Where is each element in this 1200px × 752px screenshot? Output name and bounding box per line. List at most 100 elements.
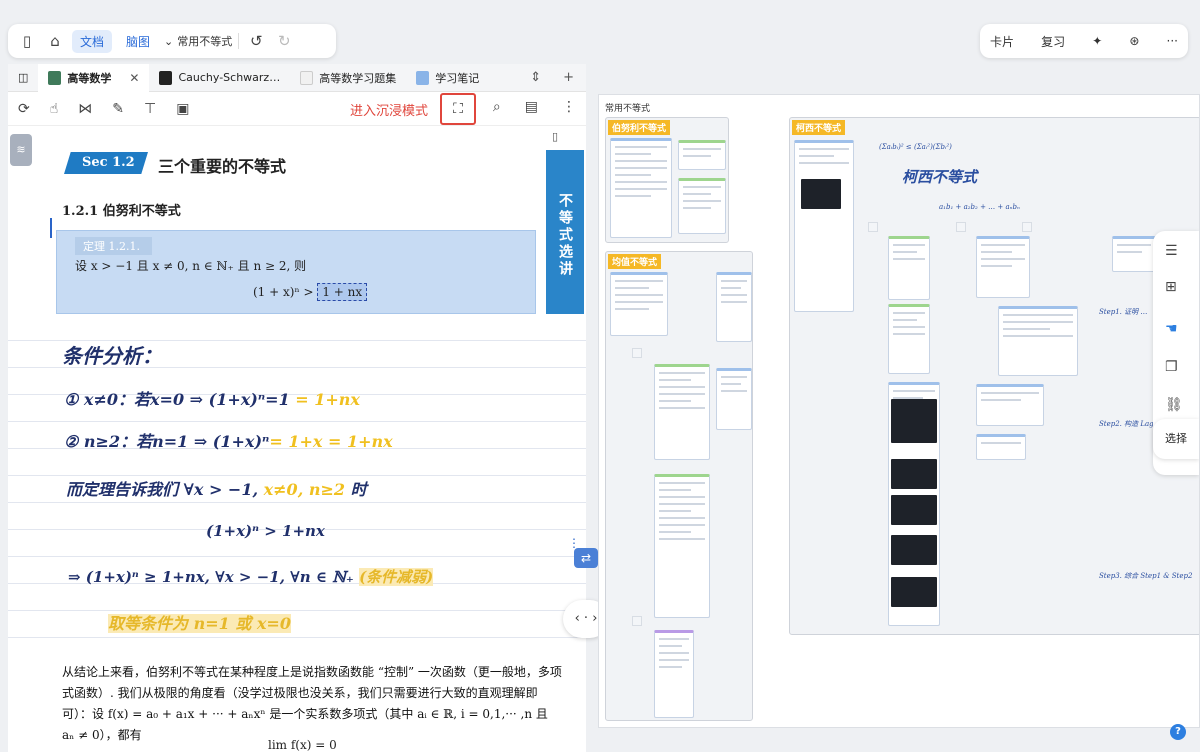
help-icon[interactable]: ? bbox=[1170, 724, 1186, 740]
mindmap-node[interactable] bbox=[1022, 222, 1032, 232]
note-card[interactable] bbox=[654, 474, 710, 618]
note-line: 而定理告诉我们 ∀x > −1, x≠0, n≥2 时 bbox=[66, 480, 367, 499]
hand-tool-icon[interactable]: ☚ bbox=[1165, 321, 1178, 337]
copy-icon[interactable]: ❐ bbox=[1165, 359, 1178, 375]
text-box-icon[interactable]: ⊤ bbox=[144, 101, 156, 117]
theorem-rhs: 1 + nx bbox=[317, 283, 368, 301]
note-card[interactable] bbox=[654, 630, 694, 718]
note-card[interactable] bbox=[888, 236, 930, 300]
video-thumbnail-icon bbox=[159, 70, 173, 85]
swap-panes-icon[interactable]: ⇄ bbox=[574, 548, 598, 568]
image-icon[interactable]: ▣ bbox=[176, 101, 189, 117]
group-mean-inequality[interactable]: 均值不等式 bbox=[605, 251, 753, 721]
pen-icon[interactable]: ✎ bbox=[112, 101, 124, 117]
note-card[interactable] bbox=[716, 272, 752, 342]
immersive-mode-link[interactable]: 进入沉浸模式 bbox=[350, 100, 428, 119]
split-view-icon[interactable]: ◫ bbox=[8, 64, 38, 92]
note-card[interactable] bbox=[976, 384, 1044, 426]
note-card[interactable] bbox=[610, 272, 668, 336]
selection-handle[interactable] bbox=[50, 218, 52, 238]
note-card[interactable] bbox=[716, 368, 752, 430]
review-button[interactable]: 复习 bbox=[1041, 33, 1065, 50]
layout-icon[interactable]: ⊞ bbox=[1165, 279, 1177, 295]
mindmap-node[interactable] bbox=[868, 222, 878, 232]
panel-toggle-icon[interactable]: ▯ bbox=[552, 130, 558, 143]
fullscreen-icon[interactable]: ⛶ bbox=[440, 93, 476, 125]
cards-button[interactable]: 卡片 bbox=[990, 33, 1014, 50]
tab-study-notes[interactable]: 学习笔记 bbox=[406, 64, 489, 92]
select-lasso-icon[interactable]: ⋈ bbox=[78, 101, 92, 117]
mindmap-node[interactable] bbox=[956, 222, 966, 232]
video-thumbnail[interactable] bbox=[801, 179, 841, 209]
note-card[interactable] bbox=[654, 364, 710, 460]
add-tab-icon[interactable]: + bbox=[563, 70, 574, 85]
note-card[interactable] bbox=[976, 236, 1030, 298]
document-icon bbox=[300, 70, 314, 85]
tab-gaodeng-shuxue[interactable]: 高等数学 ✕ bbox=[38, 63, 150, 92]
video-thumbnail[interactable] bbox=[891, 535, 937, 565]
select-button[interactable]: 选择 bbox=[1153, 419, 1199, 459]
mindmap-canvas[interactable]: 常用不等式 伯努利不等式 均值不等式 柯西不等式 柯西不等式 (Σaᵢbᵢ)² … bbox=[598, 94, 1200, 728]
tab-exercise-book[interactable]: 高等数学习题集 bbox=[290, 64, 406, 92]
note-card[interactable] bbox=[678, 178, 726, 234]
tab-cauchy-schwarz[interactable]: Cauchy-Schwarz… bbox=[149, 64, 290, 92]
bookmark-icon[interactable]: ▤ bbox=[525, 99, 538, 115]
note-card[interactable] bbox=[794, 140, 854, 312]
divider bbox=[238, 33, 240, 49]
video-thumbnail[interactable] bbox=[891, 399, 937, 443]
sync-icon[interactable]: ⟳ bbox=[18, 101, 30, 117]
note-line: (1+x)ⁿ > 1+nx bbox=[206, 522, 325, 540]
ai-sparkle-icon[interactable]: ✦ bbox=[1092, 34, 1102, 48]
outline-list-icon[interactable]: ☰ bbox=[1165, 243, 1178, 259]
note-card[interactable] bbox=[888, 382, 940, 626]
mindmap-node[interactable] bbox=[632, 616, 642, 626]
mode-mindmap-button[interactable]: 脑图 bbox=[118, 30, 158, 53]
note-card[interactable] bbox=[1112, 236, 1156, 272]
group-bernoulli[interactable]: 伯努利不等式 bbox=[605, 117, 729, 243]
note-card[interactable] bbox=[888, 304, 930, 374]
note-line: ② n≥2：若n=1 ⇒ (1+x)ⁿ= 1+x = 1+nx bbox=[64, 432, 393, 451]
redo-icon[interactable]: ↻ bbox=[273, 30, 295, 52]
body-paragraph: 从结论上来看，伯努利不等式在某种程度上是说指数函数能 “控制” 一次函数（更一般… bbox=[62, 665, 562, 742]
note-card[interactable] bbox=[610, 138, 672, 238]
note-line: ⇒ (1+x)ⁿ ≥ 1+nx, ∀x > −1, ∀n ∈ ℕ₊ (条件减弱) bbox=[68, 568, 434, 586]
network-help-icon[interactable]: ⊛ bbox=[1129, 34, 1139, 48]
note-card[interactable] bbox=[678, 140, 726, 170]
handwritten-formula: (Σaᵢbᵢ)² ≤ (Σaᵢ²)(Σbᵢ²) bbox=[879, 143, 952, 151]
tab-label: Cauchy-Schwarz… bbox=[178, 71, 281, 84]
theorem-box[interactable]: 定理 1.2.1. 设 x > −1 且 x ≠ 0, n ∈ ℕ₊ 且 n ≥… bbox=[56, 230, 536, 314]
tab-label: 学习笔记 bbox=[435, 71, 480, 85]
video-thumbnail[interactable] bbox=[891, 459, 937, 489]
sidebar-toggle-icon[interactable]: ▯ bbox=[16, 30, 38, 52]
document-pane: ◫ 高等数学 ✕ Cauchy-Schwarz… 高等数学习题集 学习笔记 ⇕ … bbox=[8, 63, 586, 752]
section-title: 三个重要的不等式 bbox=[158, 157, 287, 176]
link-icon[interactable]: ⛓ bbox=[1165, 397, 1183, 413]
layers-icon[interactable]: ≋ bbox=[10, 134, 32, 166]
video-thumbnail[interactable] bbox=[891, 577, 937, 607]
group-cauchy[interactable]: 柯西不等式 柯西不等式 bbox=[789, 117, 1199, 635]
handwritten-formula: Step3. 综合 Step1 & Step2 bbox=[1099, 572, 1193, 580]
sort-icon[interactable]: ⇕ bbox=[530, 70, 541, 85]
mode-doc-button[interactable]: 文档 bbox=[72, 29, 113, 53]
search-doc-icon[interactable]: ⌕ bbox=[493, 99, 501, 115]
close-icon[interactable]: ✕ bbox=[129, 71, 139, 85]
group-label: 柯西不等式 bbox=[792, 120, 846, 135]
mindmap-dropdown[interactable]: ⌄ 常用不等式 bbox=[164, 33, 232, 49]
theorem-inequality: (1 + x)ⁿ > 1 + nx bbox=[253, 283, 368, 301]
hand-pointer-icon[interactable]: ☝ bbox=[50, 101, 59, 117]
more-vertical-icon[interactable]: ⋮ bbox=[562, 99, 576, 115]
mindmap-root[interactable]: 常用不等式 bbox=[605, 101, 650, 114]
note-line: 取等条件为 n=1 或 x=0 bbox=[108, 614, 291, 633]
theorem-condition: 设 x > −1 且 x ≠ 0, n ∈ ℕ₊ 且 n ≥ 2, 则 bbox=[75, 259, 307, 273]
note-card[interactable] bbox=[976, 434, 1026, 460]
dropdown-label: 常用不等式 bbox=[177, 35, 233, 48]
home-icon[interactable]: ⌂ bbox=[44, 30, 66, 52]
video-thumbnail[interactable] bbox=[891, 495, 937, 525]
section-tag: Sec 1.2 bbox=[64, 152, 148, 174]
note-card[interactable] bbox=[998, 306, 1078, 376]
more-icon[interactable]: ··· bbox=[1167, 34, 1178, 48]
undo-icon[interactable]: ↺ bbox=[245, 30, 267, 52]
handwritten-note[interactable]: 条件分析： ① x≠0：若x=0 ⇒ (1+x)ⁿ=1 = 1+nx ② n≥2… bbox=[8, 314, 586, 654]
mindmap-node[interactable] bbox=[632, 348, 642, 358]
group-label: 均值不等式 bbox=[608, 254, 662, 269]
